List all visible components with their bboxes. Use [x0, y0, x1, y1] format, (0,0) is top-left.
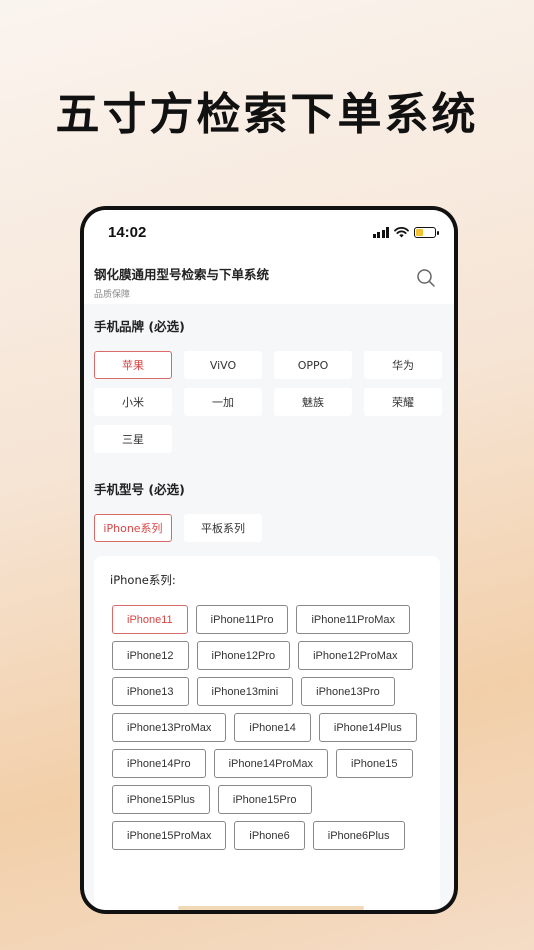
model-tag[interactable]: iPhone14Plus	[318, 713, 417, 742]
model-tag[interactable]: iPhone11Pro	[195, 605, 289, 634]
brand-chip[interactable]: OPPO	[274, 351, 352, 379]
wifi-icon	[394, 226, 409, 237]
model-tag[interactable]: iPhone15	[336, 749, 413, 778]
series-panel: iPhone系列: iPhone11 iPhone11Pro iPhone11Pro…	[94, 556, 440, 910]
brand-grid: 苹果 ViVO OPPO 华为 小米 一加 魅族 荣耀 三星	[84, 335, 454, 453]
brand-chip[interactable]: 小米	[94, 388, 172, 416]
app-header: 钢化膜通用型号检索与下单系统 品质保障	[84, 254, 454, 304]
battery-icon	[414, 226, 439, 238]
model-chip[interactable]: 平板系列	[184, 514, 262, 542]
search-icon[interactable]	[416, 268, 436, 288]
brand-chip[interactable]: 三星	[94, 425, 172, 453]
model-tag[interactable]: iPhone11	[112, 605, 188, 634]
phone-frame: 14:02 钢化膜通用型号检索与下单系统 品质保障 手机品牌 (必选) 苹果 V…	[80, 206, 458, 914]
series-title: iPhone系列:	[110, 573, 176, 587]
model-tag[interactable]: iPhone14ProMax	[213, 749, 328, 778]
status-bar: 14:02	[84, 210, 454, 254]
model-tag[interactable]: iPhone12ProMax	[298, 641, 413, 670]
model-chip[interactable]: iPhone系列	[94, 514, 172, 542]
brand-chip[interactable]: 一加	[184, 388, 262, 416]
model-tag[interactable]: iPhone12	[112, 641, 189, 670]
brand-chip[interactable]: ViVO	[184, 351, 262, 379]
model-tag[interactable]: iPhone6Plus	[312, 821, 405, 850]
model-tag[interactable]: iPhone13ProMax	[112, 713, 227, 742]
model-tag[interactable]: iPhone13Pro	[301, 677, 395, 706]
model-section-title: 手机型号 (必选)	[94, 482, 185, 497]
model-grid: iPhone系列 平板系列	[84, 498, 454, 542]
home-indicator	[178, 906, 364, 910]
brand-chip[interactable]: 魅族	[274, 388, 352, 416]
model-tag[interactable]: iPhone14Pro	[112, 749, 206, 778]
brand-chip[interactable]: 苹果	[94, 351, 172, 379]
model-tag[interactable]: iPhone13	[112, 677, 189, 706]
model-tag[interactable]: iPhone14	[234, 713, 311, 742]
model-tag[interactable]: iPhone15Pro	[217, 785, 312, 814]
series-list: iPhone11 iPhone11Pro iPhone11ProMax iPhone1…	[110, 605, 424, 850]
phone-screen: 14:02 钢化膜通用型号检索与下单系统 品质保障 手机品牌 (必选) 苹果 V…	[84, 210, 454, 910]
brand-chip[interactable]: 华为	[364, 351, 442, 379]
status-time: 14:02	[108, 223, 147, 241]
brand-chip[interactable]: 荣耀	[364, 388, 442, 416]
model-tag[interactable]: iPhone15Plus	[112, 785, 210, 814]
model-tag[interactable]: iPhone6	[234, 821, 305, 850]
promo-headline: 五寸方检索下单系统	[55, 89, 479, 140]
app-title: 钢化膜通用型号检索与下单系统	[94, 267, 270, 282]
model-tag[interactable]: iPhone12Pro	[196, 641, 291, 670]
model-tag[interactable]: iPhone11ProMax	[296, 605, 411, 634]
signal-icon	[372, 226, 389, 238]
status-icons	[372, 226, 439, 238]
brand-section-title: 手机品牌 (必选)	[94, 319, 185, 334]
app-subtitle: 品质保障	[94, 290, 131, 300]
model-tag[interactable]: iPhone15ProMax	[112, 821, 227, 850]
model-tag[interactable]: iPhone13mini	[196, 677, 294, 706]
